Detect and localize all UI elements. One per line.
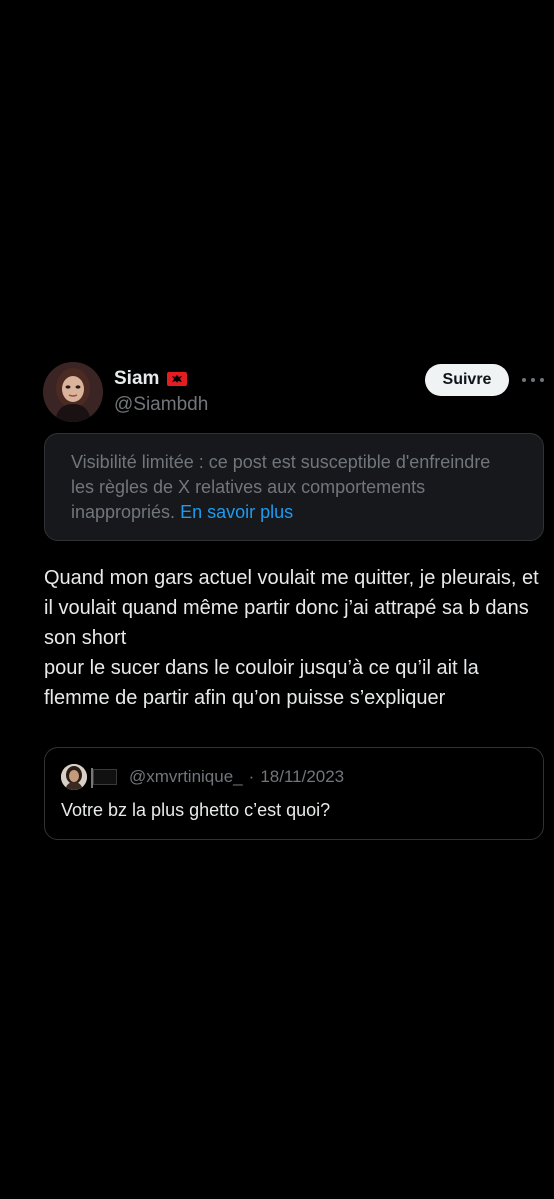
quote-text: Votre bz la plus ghetto c’est quoi? — [61, 800, 331, 820]
learn-more-link[interactable]: En savoir plus — [180, 502, 293, 522]
quote-date: 18/11/2023 — [260, 767, 345, 786]
tweet-line: Quand mon gars actuel voulait me quitter… — [44, 567, 539, 649]
quote-separator: · — [248, 767, 255, 786]
albania-flag-icon — [167, 372, 188, 386]
name-row: Siam — [114, 368, 188, 390]
quote-handle: @xmvrtinique_ — [129, 767, 243, 786]
quoted-post[interactable]: @xmvrtinique_ · 18/11/2023 Votre bz la p… — [44, 747, 544, 840]
follow-button[interactable]: Suivre — [425, 364, 509, 396]
post-header: Siam @Siambdh Suivre — [0, 360, 554, 426]
more-icon[interactable] — [522, 372, 544, 388]
author-handle[interactable]: @Siambdh — [114, 394, 208, 416]
tweet-line: pour le sucer dans le couloir jusqu’à ce… — [44, 657, 479, 709]
pirate-flag-icon — [91, 768, 117, 788]
quote-avatar — [61, 764, 87, 790]
author-name[interactable]: Siam — [114, 368, 159, 390]
avatar-image — [43, 362, 103, 422]
quote-header: @xmvrtinique_ · 18/11/2023 — [61, 764, 344, 790]
visibility-notice: Visibilité limitée : ce post est suscept… — [44, 433, 544, 541]
avatar[interactable] — [43, 362, 103, 422]
tweet-text: Quand mon gars actuel voulait me quitter… — [44, 563, 544, 713]
post: Siam @Siambdh Suivre Visibilité limitée … — [0, 360, 554, 840]
